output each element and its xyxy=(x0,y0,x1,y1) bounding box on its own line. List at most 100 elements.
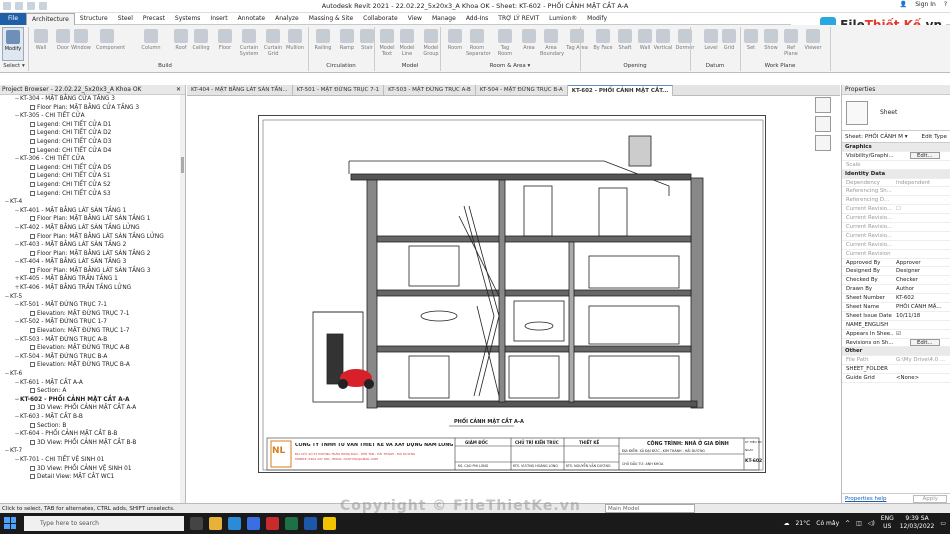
property-section[interactable]: Identity Data xyxy=(842,169,950,179)
property-value[interactable] xyxy=(894,250,950,258)
view-tab[interactable]: KT-602 - PHỐI CẢNH MẶT CẮT... xyxy=(567,85,674,96)
tab-precast[interactable]: Precast xyxy=(138,13,170,25)
apply-button[interactable]: Apply xyxy=(913,495,947,503)
ribbon-group-label[interactable]: Circulation xyxy=(310,63,372,69)
tab-structure[interactable]: Structure xyxy=(75,13,113,25)
property-row[interactable]: Revisions on Sh... Edit... xyxy=(842,338,950,348)
properties-help-link[interactable]: Properties help xyxy=(845,494,886,503)
tab-modify[interactable]: Modify xyxy=(582,13,612,25)
component-button[interactable]: Component xyxy=(96,27,125,61)
show-button[interactable]: Show xyxy=(760,27,782,61)
browser-item[interactable]: −KT-503 - MẶT ĐỨNG TRỤC A-B xyxy=(0,336,185,345)
property-row[interactable]: Referencing D... xyxy=(842,196,950,206)
tab-collaborate[interactable]: Collaborate xyxy=(358,13,403,25)
browser-item[interactable]: 3D View: PHỐI CẢNH MẶT CẮT B-B xyxy=(0,439,185,448)
property-value[interactable]: Edit... xyxy=(894,338,950,347)
property-value[interactable] xyxy=(894,214,950,222)
tab-steel[interactable]: Steel xyxy=(113,13,138,25)
browser-item[interactable]: Floor Plan: MẶT BẰNG CỬA TẦNG 3 xyxy=(0,104,185,113)
type-selector[interactable]: Sheet xyxy=(842,95,950,131)
browser-item[interactable]: Section: B xyxy=(0,422,185,431)
sign-in-link[interactable]: Sign In xyxy=(915,1,936,8)
tab-lumion-[interactable]: Lumion® xyxy=(544,13,582,25)
autocad-icon[interactable] xyxy=(266,517,279,530)
browser-item[interactable]: −KT-4 xyxy=(0,198,185,207)
property-value[interactable]: Author xyxy=(894,285,950,293)
tab-annotate[interactable]: Annotate xyxy=(233,13,270,25)
property-value[interactable] xyxy=(894,161,950,169)
property-value[interactable] xyxy=(894,223,950,231)
property-value[interactable] xyxy=(894,365,950,373)
clock[interactable]: 9:39 SA 12/03/2022 xyxy=(900,515,935,531)
ramp-button[interactable]: Ramp xyxy=(336,27,358,61)
help-icon[interactable]: ? xyxy=(944,1,947,8)
area-button[interactable]: Area xyxy=(518,27,540,61)
ribbon-group-label[interactable]: Opening xyxy=(580,63,690,69)
property-value[interactable]: ☐ xyxy=(894,205,950,213)
browser-item[interactable]: −KT-602 - PHỐI CẢNH MẶT CẮT A-A xyxy=(0,396,185,405)
network-icon[interactable]: ◫ xyxy=(856,520,862,527)
browser-scrollbar[interactable] xyxy=(180,95,185,503)
volume-icon[interactable]: ◁) xyxy=(868,520,875,527)
property-row[interactable]: Sheet Name PHỐI CẢNH MẶ... xyxy=(842,303,950,312)
property-value[interactable] xyxy=(894,241,950,249)
viewer-button[interactable]: Viewer xyxy=(802,27,824,61)
property-value[interactable]: Independent xyxy=(894,179,950,187)
property-value[interactable] xyxy=(894,196,950,204)
property-row[interactable]: Sheet Issue Date 10/11/18 xyxy=(842,312,950,321)
property-section[interactable]: Other xyxy=(842,347,950,357)
property-value[interactable]: G:\My Drive\4.0 ... xyxy=(894,356,950,364)
browser-item[interactable]: Elevation: MẶT ĐỨNG TRỤC 1-7 xyxy=(0,327,185,336)
tab-analyze[interactable]: Analyze xyxy=(270,13,304,25)
property-row[interactable]: Current Revisio... xyxy=(842,232,950,241)
tray-chevron-icon[interactable]: ^ xyxy=(845,520,850,527)
tab-manage[interactable]: Manage xyxy=(427,13,461,25)
edge-icon[interactable] xyxy=(228,517,241,530)
user-icon[interactable]: 👤 xyxy=(900,1,907,8)
tag-room-button[interactable]: Tag Room xyxy=(494,27,516,61)
property-row[interactable]: Approved By Approver xyxy=(842,259,950,268)
browser-item[interactable]: Legend: CHI TIẾT CỬA S1 xyxy=(0,172,185,181)
sheet-frame[interactable]: PHỐI CẢNH MẶT CẮT A-A NL CÔNG TY TNHH TƯ… xyxy=(258,115,766,473)
property-row[interactable]: Current Revisio... xyxy=(842,214,950,224)
property-value[interactable] xyxy=(894,321,950,329)
browser-item[interactable]: −KT-306 - CHI TIẾT CỬA xyxy=(0,155,185,164)
browser-item[interactable]: Elevation: MẶT ĐỨNG TRỤC 7-1 xyxy=(0,310,185,319)
browser-item[interactable]: −KT-6 xyxy=(0,370,185,379)
browser-item[interactable]: Legend: CHI TIẾT CỬA D5 xyxy=(0,164,185,173)
dormer-button[interactable]: Dormer xyxy=(674,27,696,61)
view-tab[interactable]: KT-404 - MẶT BẰNG LÁT SÀN TẦN... xyxy=(187,85,293,96)
browser-item[interactable]: Floor Plan: MẶT BẰNG LÁT SÀN TẦNG 2 xyxy=(0,250,185,259)
grid-button[interactable]: Grid xyxy=(718,27,740,61)
browser-item[interactable]: −KT-604 - PHỐI CẢNH MẶT CẮT B-B xyxy=(0,430,185,439)
area-boundary-button[interactable]: Area Boundary xyxy=(540,27,564,61)
property-value[interactable]: Designer xyxy=(894,267,950,275)
active-model-select[interactable]: Main Model xyxy=(605,504,695,513)
model-text-button[interactable]: Model Text xyxy=(376,27,398,61)
browser-item[interactable]: Section: A xyxy=(0,387,185,396)
property-value[interactable]: Edit... xyxy=(894,151,950,160)
property-value[interactable]: 10/11/18 xyxy=(894,312,950,320)
browser-item[interactable]: +KT-405 - MẶT BẰNG TRẦN TẦNG 1 xyxy=(0,275,185,284)
property-row[interactable]: Current Revisio... xyxy=(842,241,950,250)
tab-tr-l-revit[interactable]: TRỢ LÝ REVIT xyxy=(493,13,544,25)
ribbon-group-label[interactable]: Datum xyxy=(690,63,740,69)
browser-item[interactable]: Legend: CHI TIẾT CỬA D1 xyxy=(0,121,185,130)
browser-item[interactable]: Legend: CHI TIẾT CỬA S3 xyxy=(0,190,185,199)
browser-item[interactable]: Elevation: MẶT ĐỨNG TRỤC B-A xyxy=(0,361,185,370)
wall-button[interactable]: Wall xyxy=(30,27,52,61)
windows-start-icon[interactable] xyxy=(4,517,16,529)
property-row[interactable]: Visibility/Graphi... Edit... xyxy=(842,151,950,161)
property-value[interactable] xyxy=(894,232,950,240)
property-row[interactable]: File Path G:\My Drive\4.0 ... xyxy=(842,356,950,366)
tab-view[interactable]: View xyxy=(403,13,427,25)
model-line-button[interactable]: Model Line xyxy=(396,27,418,61)
tab-file[interactable]: File xyxy=(0,12,27,25)
floor-button[interactable]: Floor xyxy=(214,27,236,61)
curtain-grid-button[interactable]: Curtain Grid xyxy=(262,27,284,61)
tab-architecture[interactable]: Architecture xyxy=(26,12,75,25)
browser-item[interactable]: Legend: CHI TIẾT CỬA D2 xyxy=(0,129,185,138)
property-row[interactable]: Current Revisio... ☐ xyxy=(842,205,950,215)
vertical-button[interactable]: Vertical xyxy=(652,27,674,61)
property-row[interactable]: Drawn By Author xyxy=(842,285,950,295)
